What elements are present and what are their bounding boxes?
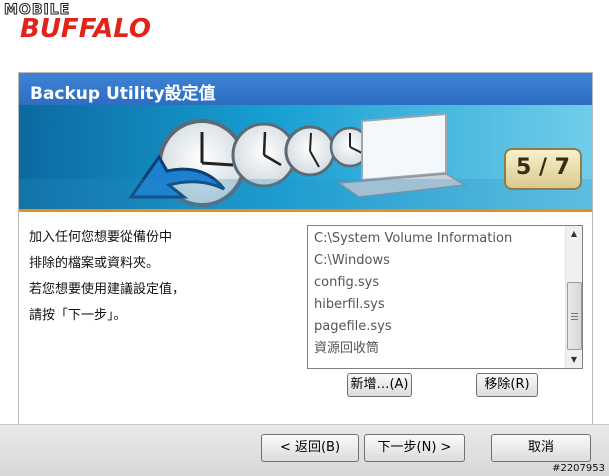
- brand-buffalo-logo: BUFFALO: [20, 14, 151, 44]
- panel-title-bar: Backup Utility設定值: [19, 73, 592, 105]
- scroll-up-arrow-icon[interactable]: ▲: [566, 226, 582, 242]
- instruction-line: 排除的檔案或資料夾。: [29, 256, 160, 271]
- next-button[interactable]: 下一步(N) >: [364, 434, 465, 462]
- page-title: Backup Utility設定值: [30, 84, 216, 104]
- list-item[interactable]: config.sys: [314, 272, 564, 294]
- list-item[interactable]: pagefile.sys: [314, 316, 564, 338]
- watermark: #2207953: [552, 463, 605, 474]
- add-button[interactable]: 新增…(A): [347, 373, 412, 397]
- list-scrollbar[interactable]: ▲ ▼: [565, 226, 582, 368]
- grip-line: [571, 313, 578, 314]
- wizard-footer: < 返回(B) 下一步(N) > 取消 #2207953: [0, 424, 609, 476]
- remove-button[interactable]: 移除(R): [476, 373, 538, 397]
- wizard-panel: Backup Utility設定值 5 / 7 加入任何您想要從備份中 排除的檔…: [18, 72, 593, 426]
- list-items: C:\System Volume Information C:\Windows …: [314, 228, 564, 360]
- banner-illustration: 5 / 7: [19, 105, 592, 212]
- scroll-thumb[interactable]: [567, 282, 582, 350]
- clock-icon: [284, 125, 336, 177]
- cancel-button[interactable]: 取消: [491, 434, 591, 462]
- instruction-line: 加入任何您想要從備份中: [29, 230, 173, 245]
- step-indicator: 5 / 7: [504, 148, 582, 190]
- scroll-down-arrow-icon[interactable]: ▼: [566, 352, 582, 368]
- grip-line: [571, 319, 578, 320]
- list-item[interactable]: C:\System Volume Information: [314, 228, 564, 250]
- grip-line: [571, 316, 578, 317]
- instructions: 加入任何您想要從備份中 排除的檔案或資料夾。 若您想要使用建議設定值， 請按「下…: [29, 225, 299, 329]
- list-item[interactable]: hiberfil.sys: [314, 294, 564, 316]
- header-area: MOBILE BUFFALO: [0, 0, 609, 72]
- instruction-line: 若您想要使用建議設定值，: [29, 282, 186, 297]
- instruction-line: 請按「下一步」。: [29, 308, 127, 323]
- exclusion-list[interactable]: C:\System Volume Information C:\Windows …: [307, 225, 583, 369]
- list-item[interactable]: 資源回收筒: [314, 338, 564, 360]
- back-button[interactable]: < 返回(B): [261, 434, 359, 462]
- list-item[interactable]: C:\Windows: [314, 250, 564, 272]
